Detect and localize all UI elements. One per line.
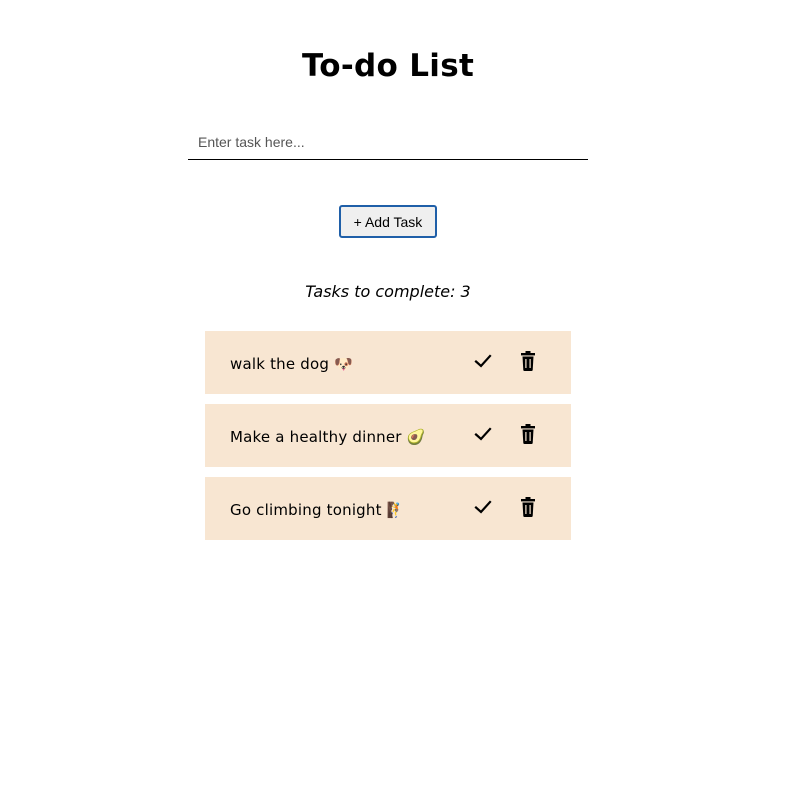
complete-task-button[interactable] bbox=[473, 423, 495, 445]
delete-task-button[interactable] bbox=[518, 350, 540, 372]
todo-app: To-do List + Add Task Tasks to complete:… bbox=[0, 0, 800, 800]
task-text: walk the dog 🐶 bbox=[230, 355, 353, 373]
check-icon bbox=[474, 427, 492, 441]
task-text: Make a healthy dinner 🥑 bbox=[230, 428, 426, 446]
task-input[interactable] bbox=[188, 124, 588, 160]
complete-task-button[interactable] bbox=[473, 350, 495, 372]
task-list: walk the dog 🐶 Make a healthy dinner 🥑 G… bbox=[205, 331, 571, 550]
task-item: Go climbing tonight 🧗 bbox=[205, 477, 571, 540]
complete-task-button[interactable] bbox=[473, 496, 495, 518]
trash-icon bbox=[521, 351, 535, 371]
delete-task-button[interactable] bbox=[518, 423, 540, 445]
tasks-counter: Tasks to complete: 3 bbox=[0, 280, 776, 304]
tasks-counter-label: Tasks to complete: bbox=[305, 282, 456, 301]
task-item: Make a healthy dinner 🥑 bbox=[205, 404, 571, 467]
delete-task-button[interactable] bbox=[518, 496, 540, 518]
check-icon bbox=[474, 354, 492, 368]
task-item: walk the dog 🐶 bbox=[205, 331, 571, 394]
trash-icon bbox=[521, 424, 535, 444]
check-icon bbox=[474, 500, 492, 514]
task-text: Go climbing tonight 🧗 bbox=[230, 501, 406, 519]
trash-icon bbox=[521, 497, 535, 517]
tasks-counter-value: 3 bbox=[460, 282, 471, 301]
add-task-button[interactable]: + Add Task bbox=[339, 205, 437, 238]
page-title: To-do List bbox=[301, 48, 475, 84]
